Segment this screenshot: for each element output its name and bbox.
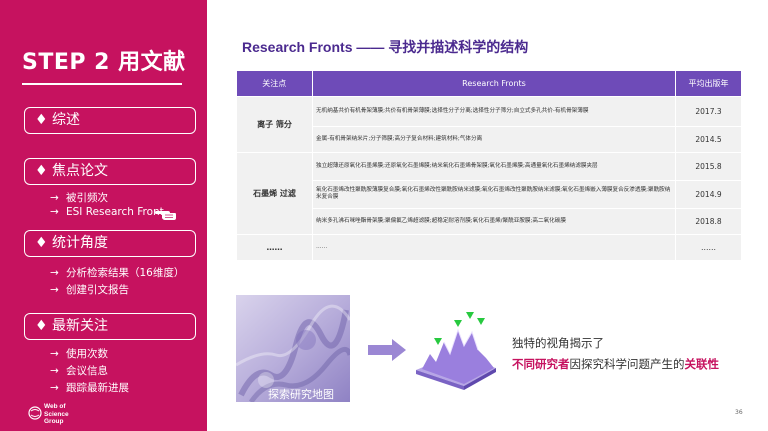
sub-item-usage-count[interactable]: → 使用次数 <box>50 346 108 361</box>
front-cell: 氧化石墨烯改性聚酰胺薄膜复合膜;氧化石墨烯改性聚酰胺纳米滤膜;氧化石墨烯改性聚酰… <box>312 179 676 209</box>
year-cell: …… <box>675 233 742 261</box>
logo-line: Science <box>44 410 69 418</box>
focus-cell: …… <box>236 233 313 261</box>
table-row: 金属-有机骨架纳米片;分子筛膜;高分子复合材料;建筑材料;气体分离 2014.5 <box>237 125 742 153</box>
front-cell: …… <box>312 233 676 261</box>
map-caption: 探索研究地图 <box>268 388 334 401</box>
arrow-icon: → <box>50 365 59 377</box>
page-number: 36 <box>735 409 743 416</box>
table-row: 纳米多孔沸石咪唑酯骨架膜;聚偏氟乙烯超滤膜;超稳定耐溶剂膜;氧化石墨烯/聚酰亚胺… <box>237 207 742 235</box>
sidebar-panel: STEP 2 用文献 ♦ 综述 ♦ 焦点论文 → 被引频次 → ESI Resear… <box>0 0 207 431</box>
description-line-1: 独特的视角揭示了 <box>512 336 604 350</box>
hand-pointer-icon <box>155 211 176 220</box>
table-header-row: 关注点 Research Fronts 平均出版年 <box>236 71 742 96</box>
year-cell: 2014.5 <box>675 125 742 153</box>
section-latest-focus[interactable]: ♦ 最新关注 <box>24 313 196 340</box>
arrow-icon: → <box>50 192 59 204</box>
globe-icon <box>28 406 42 420</box>
sub-item-citation-count[interactable]: → 被引频次 <box>50 190 108 205</box>
sub-item-label: ESI Research Front <box>66 206 164 218</box>
column-header-research-fronts: Research Fronts <box>312 71 676 96</box>
front-cell: 独立超薄还原氧化石墨烯膜;还原氧化石墨烯膜;纳米氧化石墨烯骨架膜;氧化石墨烯膜;… <box>312 151 676 181</box>
section-focus-papers[interactable]: ♦ 焦点论文 <box>24 158 196 185</box>
page-heading: Research Fronts —— 寻找并描述科学的结构 <box>242 39 529 55</box>
arrow-right-icon <box>368 339 406 361</box>
sub-item-esi-research-front[interactable]: → ESI Research Front <box>50 206 164 218</box>
sub-item-label: 被引频次 <box>66 192 108 204</box>
sub-item-label: 跟踪最新进展 <box>66 382 129 394</box>
logo-line: Web of <box>44 403 66 410</box>
year-cell: 2014.9 <box>675 179 742 209</box>
sub-item-label: 分析检索结果（16维度） <box>66 267 185 279</box>
column-header-avg-year: 平均出版年 <box>675 71 742 96</box>
year-cell: 2018.8 <box>675 207 742 235</box>
arrow-icon: → <box>50 267 59 279</box>
sub-item-label: 使用次数 <box>66 348 108 360</box>
front-cell: 纳米多孔沸石咪唑酯骨架膜;聚偏氟乙烯超滤膜;超稳定耐溶剂膜;氧化石墨烯/聚酰亚胺… <box>312 207 676 235</box>
research-fronts-table: 关注点 Research Fronts 平均出版年 离子 筛分 无机纳基共价有机… <box>236 71 742 261</box>
highlight-relevance: 关联性 <box>684 357 720 371</box>
research-landscape-3d-graphic <box>416 312 496 390</box>
focus-cell: 石墨烯 过滤 <box>236 151 313 235</box>
sub-item-label: 创建引文报告 <box>66 284 129 296</box>
section-overview[interactable]: ♦ 综述 <box>24 107 196 134</box>
sub-item-citation-report[interactable]: → 创建引文报告 <box>50 282 129 297</box>
year-cell: 2017.3 <box>675 95 742 127</box>
focus-cell: 离子 筛分 <box>236 95 313 153</box>
arrow-icon: → <box>50 206 59 218</box>
title-divider <box>22 83 182 85</box>
front-cell: 无机纳基共价有机骨架薄膜;共价有机骨架薄膜;选择性分子分离;选择性分子筛分;自立… <box>312 95 676 127</box>
sub-item-track-progress[interactable]: → 跟踪最新进展 <box>50 380 129 395</box>
year-cell: 2015.8 <box>675 151 742 181</box>
table-row: 氧化石墨烯改性聚酰胺薄膜复合膜;氧化石墨烯改性聚酰胺纳米滤膜;氧化石墨烯改性聚酰… <box>237 179 742 209</box>
sub-item-label: 会议信息 <box>66 365 108 377</box>
step-title: STEP 2 用文献 <box>22 50 186 75</box>
section-statistics[interactable]: ♦ 统计角度 <box>24 230 196 257</box>
front-cell: 金属-有机骨架纳米片;分子筛膜;高分子复合材料;建筑材料;气体分离 <box>312 125 676 153</box>
table-row: …… …… …… <box>236 233 742 261</box>
arrow-icon: → <box>50 348 59 360</box>
table-row: 离子 筛分 无机纳基共价有机骨架薄膜;共价有机骨架薄膜;选择性分子分离;选择性分… <box>236 95 742 153</box>
highlight-researchers: 不同研究者 <box>512 357 570 371</box>
sub-item-analyze-results[interactable]: → 分析检索结果（16维度） <box>50 265 184 280</box>
web-of-science-logo: Web of Science Group <box>28 403 108 427</box>
column-header-focus: 关注点 <box>236 71 313 96</box>
description-text: 因探究科学问题产生的 <box>569 357 685 371</box>
arrow-icon: → <box>50 284 59 296</box>
table-row: 石墨烯 过滤 独立超薄还原氧化石墨烯膜;还原氧化石墨烯膜;纳米氧化石墨烯骨架膜;… <box>236 151 742 235</box>
description-line-2: 不同研究者因探究科学问题产生的关联性 <box>512 356 719 372</box>
logo-line: Group <box>44 418 64 425</box>
arrow-icon: → <box>50 382 59 394</box>
sub-item-conference-info[interactable]: → 会议信息 <box>50 363 108 378</box>
